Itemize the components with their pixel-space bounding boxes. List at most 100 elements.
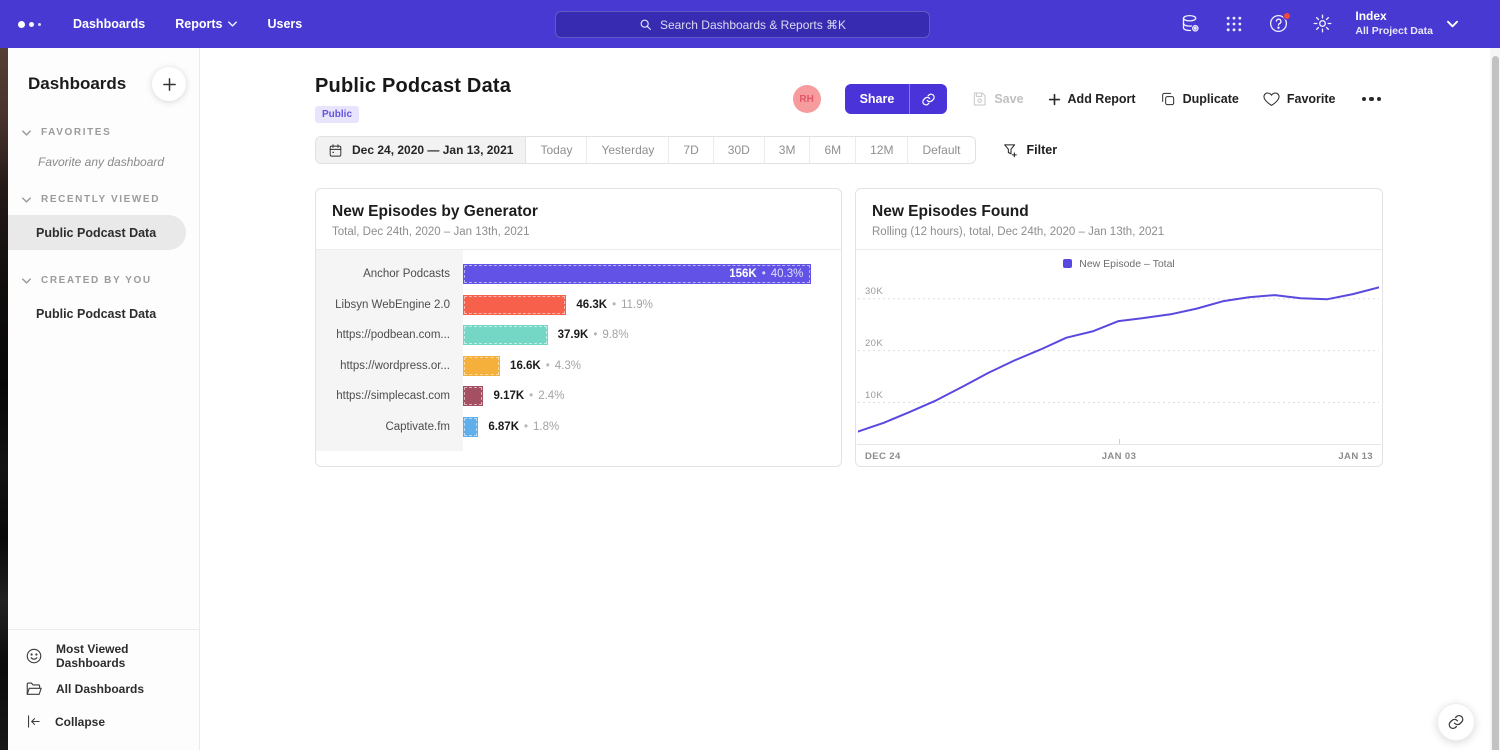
duplicate-button[interactable]: Duplicate	[1160, 91, 1239, 107]
x-axis: DEC 24JAN 03JAN 13	[857, 444, 1381, 466]
chevron-down-icon	[22, 278, 31, 284]
bar-value-label: 16.6K•4.3%	[510, 360, 581, 372]
bar-chart-subtitle: Total, Dec 24th, 2020 – Jan 13th, 2021	[332, 226, 825, 238]
y-axis-tick-label: 30K	[865, 286, 883, 297]
section-header-recently-viewed[interactable]: RECENTLY VIEWED	[8, 194, 199, 205]
preset-today[interactable]: Today	[526, 137, 587, 163]
preset-yesterday[interactable]: Yesterday	[587, 137, 669, 163]
legend-label: New Episode – Total	[1079, 258, 1175, 270]
preset-default[interactable]: Default	[908, 137, 974, 163]
bar[interactable]: 156K•40.3%	[463, 264, 811, 284]
notification-dot	[1283, 12, 1291, 20]
chevron-down-icon[interactable]	[1447, 20, 1458, 28]
bar-row: https://wordpress.or... 16.6K•4.3%	[316, 351, 841, 382]
data-sources-icon[interactable]	[1179, 13, 1201, 35]
x-axis-tick-label: DEC 24	[865, 451, 901, 462]
sidebar-footer-all-dashboards[interactable]: All Dashboards	[8, 672, 199, 705]
bar[interactable]	[463, 325, 548, 345]
chevron-down-icon	[228, 21, 237, 27]
desktop-edge-strip	[0, 48, 8, 750]
date-toolbar: Dec 24, 2020 — Jan 13, 2021 TodayYesterd…	[315, 136, 1383, 164]
bar-chart-title: New Episodes by Generator	[332, 203, 825, 221]
nav-item-reports[interactable]: Reports	[163, 9, 249, 39]
heart-icon	[1263, 91, 1280, 107]
filter-button[interactable]: Filter	[1003, 143, 1058, 158]
plus-icon	[162, 77, 177, 92]
nav-item-users[interactable]: Users	[255, 9, 314, 39]
folder-icon	[25, 680, 43, 698]
bar[interactable]	[463, 386, 483, 406]
link-icon	[1447, 713, 1465, 731]
project-switcher[interactable]: Index All Project Data	[1355, 9, 1433, 38]
primary-nav: DashboardsReportsUsers	[61, 9, 314, 39]
new-dashboard-button[interactable]	[152, 67, 186, 101]
save-icon	[971, 91, 987, 107]
preset-12m[interactable]: 12M	[856, 137, 908, 163]
sidebar-title: Dashboards	[28, 74, 126, 94]
project-subtitle: All Project Data	[1355, 25, 1433, 39]
sidebar-footer-collapse[interactable]: Collapse	[8, 705, 199, 738]
sidebar-item-public-podcast-data[interactable]: Public Podcast Data	[8, 296, 199, 331]
link-icon	[921, 92, 936, 107]
project-name: Index	[1355, 9, 1433, 25]
bar-row: Anchor Podcasts156K•40.3%	[316, 259, 841, 290]
preset-30d[interactable]: 30D	[714, 137, 765, 163]
search-placeholder: Search Dashboards & Reports ⌘K	[660, 18, 846, 32]
bar-row: https://podbean.com...37.9K•9.8%	[316, 320, 841, 351]
save-button[interactable]: Save	[971, 91, 1023, 107]
bar-category-label: https://wordpress.or...	[316, 360, 463, 372]
smiley-icon	[25, 647, 43, 665]
apps-grid-icon[interactable]	[1223, 13, 1245, 35]
app-window: DashboardsReportsUsers Search Dashboards…	[0, 0, 1500, 750]
app-logo-icon[interactable]	[18, 21, 41, 28]
share-split-button: Share	[845, 84, 948, 114]
preset-3m[interactable]: 3M	[765, 137, 811, 163]
line-chart: 10K20K30K	[858, 278, 1380, 444]
avatar[interactable]: RH	[793, 85, 821, 113]
more-options-button[interactable]	[1360, 93, 1384, 106]
scrollbar-thumb[interactable]	[1492, 56, 1499, 750]
copy-link-button[interactable]	[910, 84, 947, 114]
favorite-button[interactable]: Favorite	[1263, 91, 1336, 107]
nav-item-dashboards[interactable]: Dashboards	[61, 9, 157, 39]
preset-6m[interactable]: 6M	[810, 137, 856, 163]
bar-value-label: 46.3K•11.9%	[576, 299, 652, 311]
section-header-created-by-you[interactable]: CREATED BY YOU	[8, 275, 199, 286]
preset-7d[interactable]: 7D	[669, 137, 713, 163]
bar[interactable]	[463, 417, 478, 437]
bar[interactable]	[463, 356, 500, 376]
visibility-badge: Public	[315, 106, 359, 123]
bar-value-label: 9.17K•2.4%	[493, 390, 564, 402]
add-report-button[interactable]: Add Report	[1048, 92, 1136, 106]
bar[interactable]	[463, 295, 566, 315]
bar-value-label: 156K•40.3%	[729, 264, 803, 284]
chevron-down-icon	[22, 130, 31, 136]
settings-gear-icon[interactable]	[1311, 13, 1333, 35]
x-axis-tick-label: JAN 03	[1102, 451, 1137, 462]
chevron-down-icon	[22, 197, 31, 203]
line-series[interactable]	[858, 287, 1379, 431]
bar-category-label: https://simplecast.com	[316, 390, 463, 402]
vertical-scrollbar	[1490, 48, 1500, 750]
bar-category-label: https://podbean.com...	[316, 329, 463, 341]
line-chart-subtitle: Rolling (12 hours), total, Dec 24th, 202…	[872, 226, 1366, 238]
sidebar-item-public-podcast-data[interactable]: Public Podcast Data	[8, 215, 186, 250]
section-header-favorites[interactable]: FAVORITES	[8, 127, 199, 138]
help-icon[interactable]	[1267, 13, 1289, 35]
page-title: Public Podcast Data	[315, 75, 511, 98]
bar-category-label: Captivate.fm	[316, 421, 463, 433]
sidebar-footer-most-viewed-dashboards[interactable]: Most Viewed Dashboards	[8, 639, 199, 672]
date-range-picker[interactable]: Dec 24, 2020 — Jan 13, 2021	[316, 137, 526, 163]
y-axis-tick-label: 10K	[865, 390, 883, 401]
link-fab-button[interactable]	[1437, 703, 1475, 741]
date-range-group: Dec 24, 2020 — Jan 13, 2021 TodayYesterd…	[315, 136, 976, 164]
title-block: Public Podcast Data Public	[315, 75, 511, 123]
bar-chart-card: New Episodes by Generator Total, Dec 24t…	[315, 188, 842, 467]
filter-funnel-icon	[1003, 143, 1019, 158]
legend-swatch	[1063, 259, 1072, 268]
search-input[interactable]: Search Dashboards & Reports ⌘K	[555, 11, 930, 38]
sidebar: Dashboards FAVORITESFavorite any dashboa…	[8, 48, 200, 750]
collapse-icon	[25, 713, 42, 730]
top-navbar: DashboardsReportsUsers Search Dashboards…	[0, 0, 1500, 48]
share-button[interactable]: Share	[845, 84, 910, 114]
